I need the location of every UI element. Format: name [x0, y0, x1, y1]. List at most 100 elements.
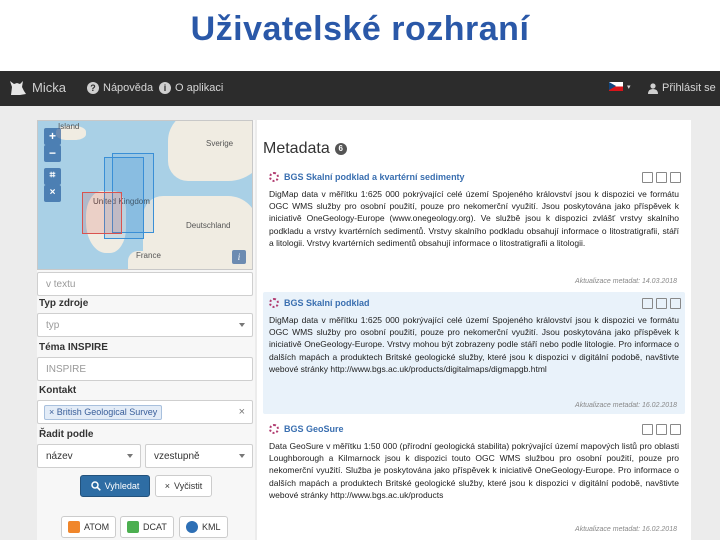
top-navbar: Micka ? Nápověda i O aplikaci ▾ Přihlási…	[0, 71, 720, 106]
record-title-link[interactable]: BGS Skalní podklad a kvartérní sedimenty	[269, 172, 465, 182]
caret-down-icon	[127, 454, 133, 458]
kml-label: KML	[202, 522, 221, 532]
brand-name: Micka	[32, 79, 66, 95]
inspire-label: Téma INSPIRE	[39, 342, 108, 353]
record-update-date: Aktualizace metadat: 16.02.2018	[575, 402, 677, 409]
service-gear-icon	[269, 424, 279, 434]
contact-tag[interactable]: × British Geological Survey	[44, 405, 163, 420]
fulltext-input[interactable]: v textu	[37, 272, 253, 296]
metadata-title: Metadata	[263, 140, 330, 157]
result-count-badge: 6	[334, 143, 347, 155]
cube-icon[interactable]	[656, 172, 667, 183]
search-icon	[90, 481, 101, 491]
czech-flag-icon	[609, 82, 623, 91]
sort-order-value: vzestupně	[154, 451, 200, 462]
caret-down-icon	[239, 454, 245, 458]
document-icon[interactable]	[670, 172, 681, 183]
map-label-france: France	[136, 251, 161, 260]
record-title: BGS GeoSure	[284, 424, 344, 434]
record-abstract: Data GeoSure v měřítku 1:50 000 (přírodn…	[269, 441, 679, 500]
zoom-out-button[interactable]: −	[44, 145, 61, 162]
nav-about-label: O aplikaci	[175, 82, 224, 94]
document-icon[interactable]	[670, 298, 681, 309]
bbox-rect-red[interactable]	[82, 192, 122, 234]
atom-label: ATOM	[84, 522, 110, 532]
metadata-record[interactable]: BGS Skalní podklad a kvartérní sedimenty…	[263, 166, 685, 288]
sort-order-select[interactable]: vzestupně	[145, 444, 253, 468]
sort-label: Řadit podle	[39, 429, 94, 440]
contact-tag-label: British Geological Survey	[56, 407, 158, 417]
record-update-date: Aktualizace metadat: 14.03.2018	[575, 278, 677, 285]
bbox-map[interactable]: Island Sverige United Kingdom Deutschlan…	[37, 120, 253, 270]
record-actions	[642, 424, 681, 435]
book-icon[interactable]	[642, 172, 653, 183]
record-update-date: Aktualizace metadat: 16.02.2018	[575, 526, 677, 533]
search-button[interactable]: Vyhledat	[80, 475, 150, 497]
zoom-in-button[interactable]: +	[44, 128, 61, 145]
nav-help-label: Nápověda	[103, 82, 154, 94]
clear-contact-icon[interactable]: ×	[239, 406, 245, 418]
map-label-deutschland: Deutschland	[186, 221, 231, 230]
source-type-select[interactable]: typ	[37, 313, 253, 337]
document-icon[interactable]	[670, 424, 681, 435]
crop-bbox-icon[interactable]: ⌗	[44, 168, 61, 185]
sort-field-select[interactable]: název	[37, 444, 141, 468]
question-icon: ?	[87, 82, 99, 94]
record-title: BGS Skalní podklad a kvartérní sedimenty	[284, 172, 465, 182]
scandinavia-land	[168, 121, 252, 181]
chevron-down-icon: ▾	[627, 83, 631, 91]
rss-icon	[68, 521, 80, 533]
record-abstract: DigMap data v měřítku 1:625 000 pokrývaj…	[269, 189, 679, 248]
metadata-record[interactable]: BGS GeoSure Data GeoSure v měřítku 1:50 …	[263, 418, 685, 540]
info-icon: i	[159, 82, 171, 94]
inspire-placeholder: INSPIRE	[46, 364, 87, 375]
contact-label: Kontakt	[39, 385, 77, 396]
clear-bbox-icon[interactable]: ×	[44, 185, 61, 202]
login-link[interactable]: Přihlásit se	[648, 82, 716, 94]
map-info-icon[interactable]: i	[232, 250, 246, 264]
record-abstract: DigMap data v měřítku 1:625 000 pokrývaj…	[269, 315, 679, 374]
app-screenshot: Micka ? Nápověda i O aplikaci ▾ Přihlási…	[0, 71, 720, 540]
record-actions	[642, 298, 681, 309]
close-icon: ×	[164, 481, 171, 491]
metadata-record[interactable]: BGS Skalní podklad DigMap data v měřítku…	[263, 292, 685, 414]
contact-select[interactable]: × British Geological Survey ×	[37, 400, 253, 424]
record-title-link[interactable]: BGS GeoSure	[269, 424, 344, 434]
nav-help-link[interactable]: ? Nápověda	[87, 82, 153, 94]
dcat-feed-button[interactable]: DCAT	[120, 516, 174, 538]
remove-tag-icon[interactable]: ×	[49, 407, 57, 417]
service-gear-icon	[269, 298, 279, 308]
slide-title: Uživatelské rozhraní	[190, 10, 530, 48]
clear-button-label: Vyčistit	[174, 481, 203, 491]
map-label-sverige: Sverige	[206, 139, 234, 148]
clear-button[interactable]: × Vyčistit	[155, 475, 212, 497]
search-panel: Island Sverige United Kingdom Deutschlan…	[37, 120, 255, 540]
record-title: BGS Skalní podklad	[284, 298, 370, 308]
language-dropdown[interactable]: ▾	[609, 82, 631, 91]
cube-icon[interactable]	[656, 424, 667, 435]
results-panel: Metadata 6 BGS Skalní podklad a kvartérn…	[257, 120, 691, 540]
record-actions	[642, 172, 681, 183]
cube-icon[interactable]	[656, 298, 667, 309]
search-button-label: Vyhledat	[104, 481, 140, 491]
cube-icon	[127, 521, 139, 533]
atom-feed-button[interactable]: ATOM	[61, 516, 117, 538]
source-type-label: Typ zdroje	[39, 298, 89, 309]
caret-down-icon	[239, 323, 245, 327]
globe-icon	[186, 521, 198, 533]
book-icon[interactable]	[642, 424, 653, 435]
record-title-link[interactable]: BGS Skalní podklad	[269, 298, 370, 308]
cat-logo-icon	[10, 81, 26, 95]
inspire-select[interactable]: INSPIRE	[37, 357, 253, 381]
login-label: Přihlásit se	[662, 82, 716, 94]
kml-feed-button[interactable]: KML	[179, 516, 228, 538]
service-gear-icon	[269, 172, 279, 182]
nav-about-link[interactable]: i O aplikaci	[159, 82, 223, 94]
sort-field-value: název	[46, 451, 73, 462]
user-icon	[648, 82, 658, 94]
fulltext-placeholder: v textu	[46, 279, 76, 290]
metadata-heading: Metadata 6	[263, 140, 347, 158]
map-label-island: Island	[58, 122, 80, 131]
brand-logo-link[interactable]: Micka	[8, 77, 66, 97]
book-icon[interactable]	[642, 298, 653, 309]
